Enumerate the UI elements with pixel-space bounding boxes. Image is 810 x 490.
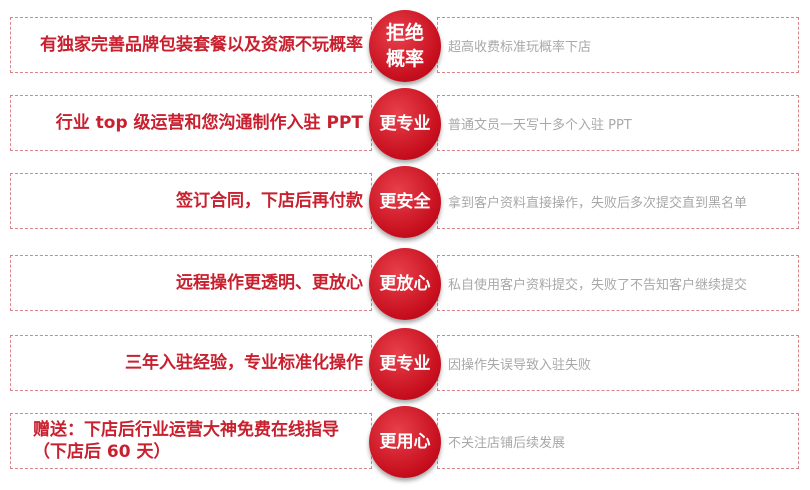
our-advantage-text: 行业 top 级运营和您沟通制作入驻 PPT xyxy=(55,113,363,133)
competitor-box: 超高收费标准玩概率下店 xyxy=(437,17,799,73)
badge-circle: 拒绝 概率 xyxy=(369,10,441,82)
badge-label: 更放心 xyxy=(379,274,431,294)
badge-label: 更用心 xyxy=(379,432,431,452)
our-advantage-text: 三年入驻经验，专业标准化操作 xyxy=(125,353,363,373)
our-advantage-box: 远程操作更透明、更放心 xyxy=(10,255,372,311)
badge-line-1: 拒绝 xyxy=(385,22,424,44)
our-advantage-box: 行业 top 级运营和您沟通制作入驻 PPT xyxy=(10,95,372,151)
competitor-text: 因操作失误导致入驻失败 xyxy=(448,357,592,373)
badge-label: 更专业 xyxy=(379,354,431,374)
our-advantage-text-line-2: （下店后 60 天） xyxy=(33,442,171,462)
comparison-row-5: 三年入驻经验，专业标准化操作 因操作失误导致入驻失败 更专业 xyxy=(0,328,810,400)
badge-label: 更安全 xyxy=(379,192,431,212)
badge-line-2: 概率 xyxy=(385,48,424,70)
badge-circle: 更放心 xyxy=(369,248,441,320)
our-advantage-text: 远程操作更透明、更放心 xyxy=(176,273,363,293)
badge-circle: 更用心 xyxy=(369,406,441,478)
comparison-row-1: 有独家完善品牌包装套餐以及资源不玩概率 超高收费标准玩概率下店 拒绝 概率 xyxy=(0,10,810,82)
competitor-text: 拿到客户资料直接操作，失败后多次提交直到黑名单 xyxy=(448,195,748,211)
competitor-box: 普通文员一天写十多个入驻 PPT xyxy=(437,95,799,151)
competitor-box: 不关注店铺后续发展 xyxy=(437,413,799,469)
comparison-row-2: 行业 top 级运营和您沟通制作入驻 PPT 普通文员一天写十多个入驻 PPT … xyxy=(0,88,810,160)
comparison-row-3: 签订合同，下店后再付款 拿到客户资料直接操作，失败后多次提交直到黑名单 更安全 xyxy=(0,166,810,238)
competitor-box: 因操作失误导致入驻失败 xyxy=(437,335,799,391)
badge-circle: 更安全 xyxy=(369,166,441,238)
badge-circle: 更专业 xyxy=(369,328,441,400)
comparison-row-6: 赠送：下店后行业运营大神免费在线指导 （下店后 60 天） 不关注店铺后续发展 … xyxy=(0,406,810,478)
competitor-box: 私自使用客户资料提交，失败了不告知客户继续提交 xyxy=(437,255,799,311)
our-advantage-box: 三年入驻经验，专业标准化操作 xyxy=(10,335,372,391)
our-advantage-text: 签订合同，下店后再付款 xyxy=(176,191,363,211)
competitor-text: 私自使用客户资料提交，失败了不告知客户继续提交 xyxy=(448,277,748,293)
our-advantage-box: 赠送：下店后行业运营大神免费在线指导 （下店后 60 天） xyxy=(10,413,372,469)
our-advantage-text: 有独家完善品牌包装套餐以及资源不玩概率 xyxy=(40,35,363,55)
competitor-box: 拿到客户资料直接操作，失败后多次提交直到黑名单 xyxy=(437,173,799,229)
our-advantage-box: 有独家完善品牌包装套餐以及资源不玩概率 xyxy=(10,17,372,73)
competitor-text: 不关注店铺后续发展 xyxy=(448,435,566,451)
our-advantage-box: 签订合同，下店后再付款 xyxy=(10,173,372,229)
badge-label: 更专业 xyxy=(379,114,431,134)
our-advantage-text-line-1: 赠送：下店后行业运营大神免费在线指导 xyxy=(33,420,339,440)
comparison-row-4: 远程操作更透明、更放心 私自使用客户资料提交，失败了不告知客户继续提交 更放心 xyxy=(0,248,810,320)
competitor-text: 超高收费标准玩概率下店 xyxy=(448,39,592,55)
competitor-text: 普通文员一天写十多个入驻 PPT xyxy=(448,117,632,133)
badge-circle: 更专业 xyxy=(369,88,441,160)
